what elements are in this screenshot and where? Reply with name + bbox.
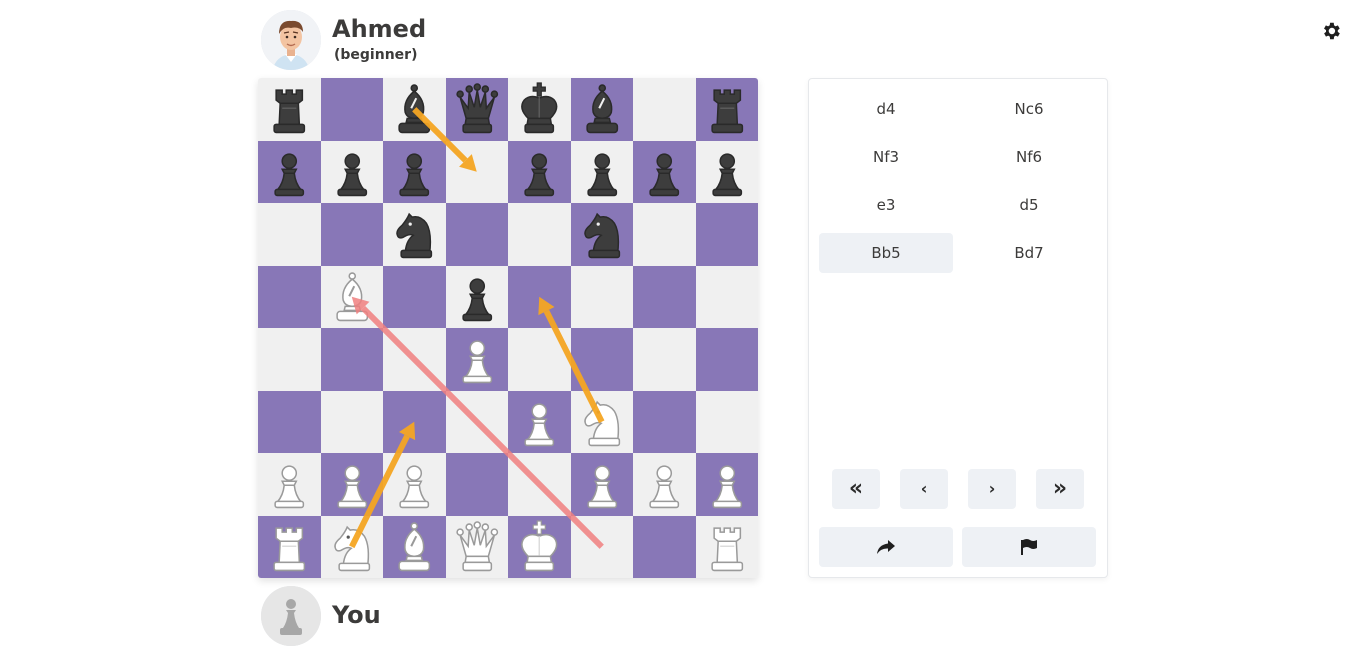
move-1-black[interactable]: Nc6 bbox=[962, 89, 1096, 129]
square-c4[interactable] bbox=[383, 328, 446, 391]
pawn-avatar-icon bbox=[261, 586, 321, 646]
square-f1[interactable] bbox=[570, 515, 633, 578]
square-g8[interactable] bbox=[633, 78, 696, 141]
square-f4[interactable] bbox=[570, 328, 633, 391]
square-h5[interactable] bbox=[695, 265, 758, 328]
black-pawn-icon[interactable] bbox=[383, 141, 446, 204]
square-h6[interactable] bbox=[695, 203, 758, 266]
square-e6[interactable] bbox=[508, 203, 571, 266]
white-pawn-icon[interactable] bbox=[633, 453, 696, 516]
black-pawn-icon[interactable] bbox=[446, 266, 509, 329]
resign-button[interactable] bbox=[962, 527, 1096, 567]
black-pawn-icon[interactable] bbox=[571, 141, 634, 204]
flag-icon bbox=[1021, 539, 1037, 555]
move-3-white[interactable]: e3 bbox=[819, 185, 953, 225]
black-knight-icon[interactable] bbox=[383, 203, 446, 266]
white-pawn-icon[interactable] bbox=[446, 328, 509, 391]
next-move-button[interactable]: › bbox=[968, 469, 1016, 509]
player-name: You bbox=[332, 601, 381, 629]
move-2-white[interactable]: Nf3 bbox=[819, 137, 953, 177]
square-d7[interactable] bbox=[445, 140, 508, 203]
move-4-white[interactable]: Bb5 bbox=[819, 233, 953, 273]
black-pawn-icon[interactable] bbox=[696, 141, 759, 204]
move-1-white[interactable]: d4 bbox=[819, 89, 953, 129]
square-e2[interactable] bbox=[508, 453, 571, 516]
square-b6[interactable] bbox=[320, 203, 383, 266]
square-b3[interactable] bbox=[320, 390, 383, 453]
square-f5[interactable] bbox=[570, 265, 633, 328]
opponent-face-icon bbox=[261, 10, 321, 70]
black-pawn-icon[interactable] bbox=[633, 141, 696, 204]
chevron-left-icon: ‹ bbox=[920, 479, 928, 498]
white-pawn-icon[interactable] bbox=[321, 453, 384, 516]
white-pawn-icon[interactable] bbox=[508, 391, 571, 454]
square-h4[interactable] bbox=[695, 328, 758, 391]
black-queen-icon[interactable] bbox=[446, 78, 509, 141]
opponent-level: (beginner) bbox=[334, 47, 418, 63]
white-pawn-icon[interactable] bbox=[258, 453, 321, 516]
black-knight-icon[interactable] bbox=[571, 203, 634, 266]
black-rook-icon[interactable] bbox=[258, 78, 321, 141]
square-c3[interactable] bbox=[383, 390, 446, 453]
white-bishop-icon[interactable] bbox=[383, 516, 446, 579]
share-arrow-icon bbox=[877, 540, 895, 554]
black-pawn-icon[interactable] bbox=[321, 141, 384, 204]
square-a4[interactable] bbox=[258, 328, 321, 391]
square-g5[interactable] bbox=[633, 265, 696, 328]
previous-move-button[interactable]: ‹ bbox=[900, 469, 948, 509]
share-button[interactable] bbox=[819, 527, 953, 567]
opponent-name: Ahmed bbox=[332, 15, 427, 43]
white-knight-icon[interactable] bbox=[321, 516, 384, 579]
square-h3[interactable] bbox=[695, 390, 758, 453]
white-rook-icon[interactable] bbox=[696, 516, 759, 579]
white-knight-icon[interactable] bbox=[571, 391, 634, 454]
square-d6[interactable] bbox=[445, 203, 508, 266]
square-a6[interactable] bbox=[258, 203, 321, 266]
white-king-icon[interactable] bbox=[508, 516, 571, 579]
square-a5[interactable] bbox=[258, 265, 321, 328]
player-avatar bbox=[261, 586, 321, 646]
white-pawn-icon[interactable] bbox=[696, 453, 759, 516]
square-g3[interactable] bbox=[633, 390, 696, 453]
black-pawn-icon[interactable] bbox=[258, 141, 321, 204]
square-e5[interactable] bbox=[508, 265, 571, 328]
white-pawn-icon[interactable] bbox=[383, 453, 446, 516]
white-queen-icon[interactable] bbox=[446, 516, 509, 579]
gear-icon[interactable] bbox=[1320, 20, 1342, 42]
square-b4[interactable] bbox=[320, 328, 383, 391]
black-king-icon[interactable] bbox=[508, 78, 571, 141]
move-2-black[interactable]: Nf6 bbox=[962, 137, 1096, 177]
last-move-button[interactable]: » bbox=[1036, 469, 1084, 509]
chevron-right-icon: › bbox=[988, 479, 996, 498]
black-bishop-icon[interactable] bbox=[571, 78, 634, 141]
first-move-button[interactable]: « bbox=[832, 469, 880, 509]
square-d2[interactable] bbox=[445, 453, 508, 516]
square-g1[interactable] bbox=[633, 515, 696, 578]
square-g6[interactable] bbox=[633, 203, 696, 266]
square-d3[interactable] bbox=[445, 390, 508, 453]
square-a3[interactable] bbox=[258, 390, 321, 453]
chess-board[interactable] bbox=[258, 78, 758, 578]
double-chevron-right-icon: » bbox=[1052, 476, 1068, 501]
square-g4[interactable] bbox=[633, 328, 696, 391]
white-rook-icon[interactable] bbox=[258, 516, 321, 579]
move-panel: d4 Nc6 Nf3 Nf6 e3 d5 Bb5 Bd7 « ‹ › » bbox=[808, 78, 1108, 578]
white-pawn-icon[interactable] bbox=[571, 453, 634, 516]
move-3-black[interactable]: d5 bbox=[962, 185, 1096, 225]
black-rook-icon[interactable] bbox=[696, 78, 759, 141]
double-chevron-left-icon: « bbox=[848, 476, 864, 501]
square-b8[interactable] bbox=[320, 78, 383, 141]
white-bishop-icon[interactable] bbox=[321, 266, 384, 329]
black-pawn-icon[interactable] bbox=[508, 141, 571, 204]
move-4-black[interactable]: Bd7 bbox=[962, 233, 1096, 273]
black-bishop-icon[interactable] bbox=[383, 78, 446, 141]
square-c5[interactable] bbox=[383, 265, 446, 328]
opponent-avatar bbox=[261, 10, 321, 70]
square-e4[interactable] bbox=[508, 328, 571, 391]
